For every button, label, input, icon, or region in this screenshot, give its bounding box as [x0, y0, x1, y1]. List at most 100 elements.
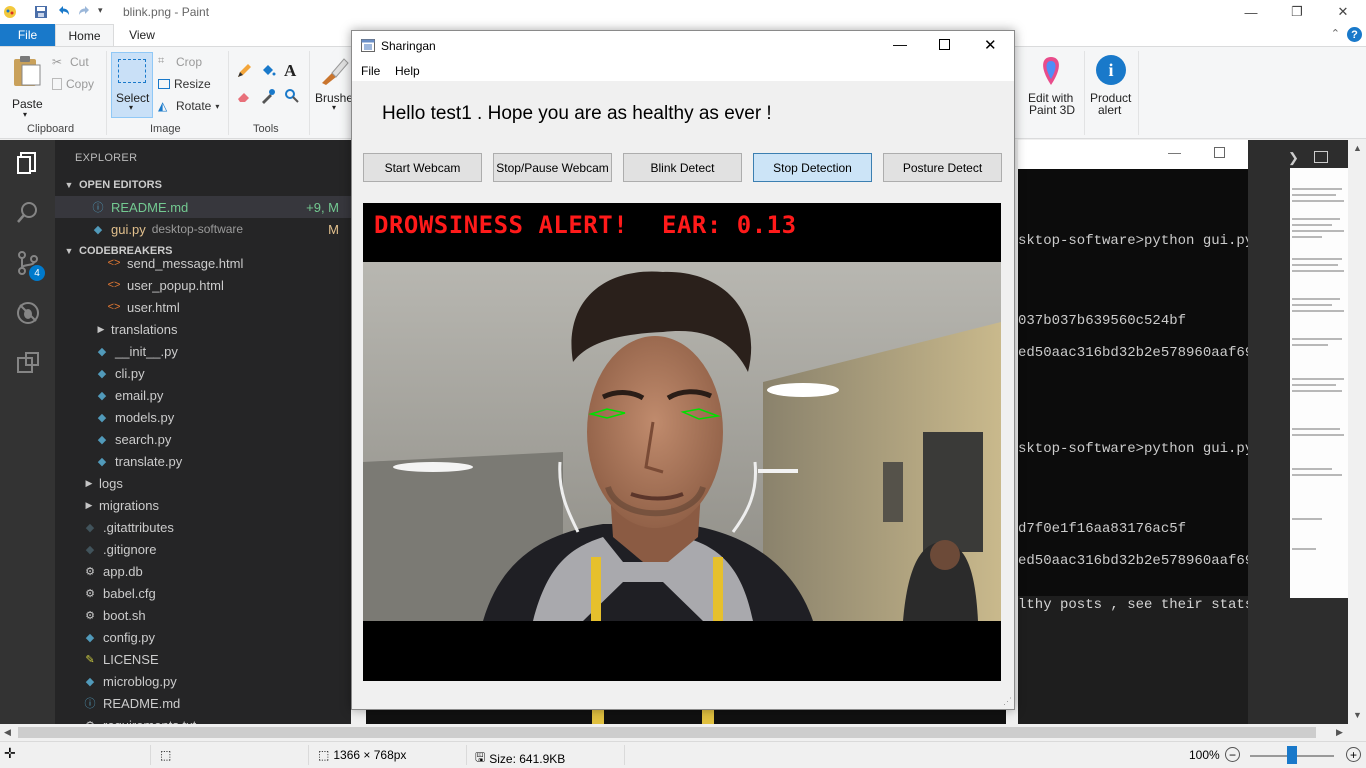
tree-item-label: translations — [111, 321, 178, 337]
tree-file[interactable]: ◆ __init__.py — [55, 340, 351, 362]
tree-file[interactable]: ✎ LICENSE — [55, 648, 351, 670]
tree-file[interactable]: ⚙requirements.txt — [55, 714, 351, 725]
crop-button[interactable]: ⌗ Crop — [158, 55, 202, 69]
menu-help[interactable]: Help — [395, 64, 420, 78]
search-icon[interactable] — [15, 200, 41, 226]
editor-text-line: lthy posts , see their stats — [1018, 597, 1254, 613]
tree-folder[interactable]: ▶ logs — [55, 472, 351, 494]
scissors-icon: ✂ — [52, 55, 63, 69]
copy-button[interactable]: Copy — [52, 77, 94, 91]
scroll-left-icon[interactable]: ◀ — [4, 727, 11, 738]
undo-icon[interactable] — [55, 4, 71, 20]
status-separator — [150, 745, 151, 765]
stop-detection-button[interactable]: Stop Detection — [753, 153, 872, 182]
tree-file[interactable]: ◆ .gitattributes — [55, 516, 351, 538]
drowsiness-alert-text: DROWSINESS ALERT! — [374, 211, 629, 239]
scroll-up-icon[interactable]: ▲ — [1353, 143, 1362, 153]
brushes-button[interactable]: Brushes ▾ — [314, 53, 359, 117]
explorer-icon[interactable] — [15, 150, 41, 176]
extensions-icon[interactable] — [15, 350, 41, 376]
tree-file[interactable]: ⓘ README.md — [55, 692, 351, 714]
console-maximize-button[interactable] — [1214, 147, 1225, 158]
collapse-ribbon-icon[interactable]: ⌃ — [1331, 27, 1340, 40]
eraser-icon[interactable] — [236, 88, 252, 104]
tree-file[interactable]: ⚙ boot.sh — [55, 604, 351, 626]
tab-view[interactable]: View — [120, 24, 164, 46]
lanyard — [591, 557, 601, 621]
paint-vertical-scrollbar[interactable]: ▲ ▼ — [1349, 140, 1366, 724]
edit-with-paint3d-button[interactable]: Edit with Paint 3D — [1024, 53, 1078, 119]
paint-horizontal-scrollbar[interactable]: ◀ ▶ — [0, 724, 1366, 741]
tree-file[interactable]: <> send_message.html — [55, 252, 351, 274]
tree-file[interactable]: ◆ .gitignore — [55, 538, 351, 560]
tree-file[interactable]: <> user.html — [55, 296, 351, 318]
product-alert-button[interactable]: i Product alert — [1088, 53, 1134, 119]
resize-label: Resize — [174, 77, 211, 91]
posture-detect-button[interactable]: Posture Detect — [883, 153, 1002, 182]
console-minimize-button[interactable]: — — [1168, 145, 1181, 160]
tab-home[interactable]: Home — [55, 24, 114, 47]
copy-icon — [52, 78, 62, 90]
help-icon[interactable]: ? — [1347, 27, 1362, 42]
sharingan-minimize-button[interactable]: — — [893, 36, 907, 52]
paint-minimize-button[interactable]: — — [1228, 0, 1274, 24]
underlying-window-sliver — [366, 710, 1006, 724]
zoom-in-button[interactable]: + — [1346, 747, 1361, 762]
start-webcam-button[interactable]: Start Webcam — [363, 153, 482, 182]
pencil-icon[interactable] — [236, 63, 252, 79]
blink-detect-button[interactable]: Blink Detect — [623, 153, 742, 182]
open-editor-gui[interactable]: ◆ gui.py desktop-software M — [55, 218, 351, 240]
tools-group-label: Tools — [253, 123, 279, 135]
tree-file[interactable]: ◆ cli.py — [55, 362, 351, 384]
resize-button[interactable]: Resize — [158, 77, 211, 91]
tree-file[interactable]: ⚙ app.db — [55, 560, 351, 582]
scroll-right-icon[interactable]: ▶ — [1336, 727, 1343, 738]
tree-file[interactable]: ◆ microblog.py — [55, 670, 351, 692]
paint-hscroll-thumb[interactable] — [18, 727, 1316, 738]
clipboard-group-label: Clipboard — [27, 123, 75, 135]
tab-file[interactable]: File — [0, 24, 55, 46]
menu-file[interactable]: File — [361, 64, 380, 78]
customize-toolbar-icon[interactable]: ▾ — [98, 5, 103, 16]
ribbon-separator — [228, 51, 229, 135]
tree-folder[interactable]: ▶ migrations — [55, 494, 351, 516]
magnifier-icon[interactable] — [284, 88, 300, 104]
zoom-out-button[interactable]: − — [1225, 747, 1240, 762]
paint-close-button[interactable]: ✕ — [1320, 0, 1366, 24]
sharingan-maximize-button[interactable] — [939, 39, 950, 50]
tree-file[interactable]: <> user_popup.html — [55, 274, 351, 296]
open-editor-folder: desktop-software — [151, 222, 244, 236]
image-dimensions-text: 1366 × 768px — [333, 748, 407, 762]
text-tool-icon[interactable]: A — [284, 61, 296, 81]
stop-pause-webcam-button[interactable]: Stop/Pause Webcam — [493, 153, 612, 182]
tree-file[interactable]: ⚙ babel.cfg — [55, 582, 351, 604]
open-editors-header[interactable]: ▼ OPEN EDITORS — [55, 174, 351, 196]
tree-file[interactable]: ◆ email.py — [55, 384, 351, 406]
paint-restore-button[interactable]: ❐ — [1274, 0, 1320, 24]
debug-icon[interactable] — [15, 300, 41, 326]
fill-bucket-icon[interactable] — [260, 63, 276, 79]
open-editor-readme[interactable]: ⓘ README.md +9, M — [55, 196, 351, 218]
sharingan-close-button[interactable]: ✕ — [984, 36, 997, 54]
zoom-slider-thumb[interactable] — [1287, 746, 1297, 764]
color-picker-icon[interactable] — [260, 88, 276, 104]
cursor-position-icon: ✛ — [4, 745, 16, 761]
cut-label: Cut — [70, 55, 89, 69]
tree-file[interactable]: ◆ config.py — [55, 626, 351, 648]
chevron-right-icon: ▶ — [97, 323, 105, 334]
console-line: d7f0e1f16aa83176ac5f — [1018, 521, 1187, 537]
tree-file[interactable]: ◆ search.py — [55, 428, 351, 450]
scroll-down-icon[interactable]: ▼ — [1353, 710, 1362, 720]
split-editor-icon[interactable] — [1314, 151, 1328, 163]
tree-folder[interactable]: ▶ translations — [55, 318, 351, 340]
image-dimensions: ⬚ 1366 × 768px — [318, 748, 406, 762]
rotate-button[interactable]: ◭ Rotate ▾ — [158, 99, 219, 113]
tree-file[interactable]: ◆ translate.py — [55, 450, 351, 472]
redo-icon[interactable] — [77, 4, 93, 20]
paste-button[interactable]: Paste ▾ — [8, 55, 46, 119]
tree-file[interactable]: ◆ models.py — [55, 406, 351, 428]
resize-grip-icon[interactable]: ⋰ — [1003, 696, 1012, 707]
select-button[interactable]: Select ▾ — [111, 52, 153, 118]
save-icon[interactable] — [33, 4, 49, 20]
cut-button[interactable]: ✂ Cut — [52, 55, 89, 69]
